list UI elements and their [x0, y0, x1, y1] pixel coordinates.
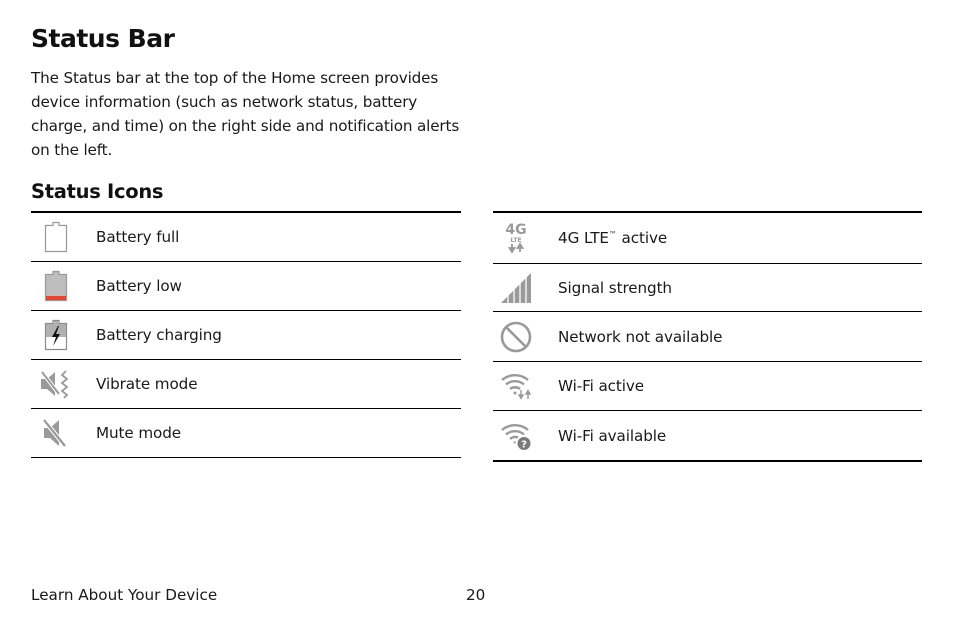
table-row: Network not available	[493, 312, 922, 362]
row-label: Battery low	[96, 277, 182, 295]
wifi-available-icon: ?	[499, 419, 533, 453]
footer-section-title: Learn About Your Device	[31, 586, 218, 604]
battery-full-icon	[39, 220, 73, 254]
row-label: Vibrate mode	[96, 375, 198, 393]
4g-lte-icon: 4G LTE	[499, 221, 533, 255]
vibrate-mode-icon	[39, 367, 73, 401]
row-label: 4G LTE™ active	[558, 229, 668, 247]
row-label: Wi-Fi available	[558, 426, 667, 445]
table-row: Battery low	[31, 262, 461, 311]
table-row: Mute mode	[31, 409, 461, 458]
row-label: Network not available	[558, 327, 723, 346]
table-row: ? Wi-Fi available	[493, 411, 922, 462]
svg-text:?: ?	[521, 439, 527, 450]
row-label: Wi-Fi active	[558, 377, 645, 395]
table-row: Wi-Fi active	[493, 362, 922, 411]
svg-text:4G: 4G	[505, 222, 526, 238]
battery-low-icon	[39, 269, 73, 303]
page-number: 20	[466, 586, 486, 604]
table-row: Battery full	[31, 213, 461, 262]
row-label: Signal strength	[558, 278, 672, 297]
signal-strength-icon	[499, 270, 533, 305]
network-not-available-icon	[499, 320, 533, 354]
wifi-active-icon	[499, 369, 533, 403]
section-title: Status Icons	[31, 180, 164, 203]
battery-charging-icon	[39, 318, 73, 352]
row-label: Mute mode	[96, 424, 182, 442]
intro-paragraph: The Status bar at the top of the Home sc…	[31, 69, 460, 159]
table-row: Vibrate mode	[31, 360, 461, 409]
table-row: Battery charging	[31, 311, 461, 360]
table-row: 4G LTE 4G LTE™ active	[493, 213, 922, 264]
table-row: Signal strength	[493, 264, 922, 312]
status-icons-table-right: 4G LTE 4G LTE™ active Signal strength Ne…	[493, 211, 922, 462]
page-title: Status Bar	[31, 24, 175, 53]
row-label: Battery full	[96, 228, 180, 246]
mute-mode-icon	[39, 416, 73, 450]
status-icons-table-left: Battery full Battery low Battery chargin…	[31, 211, 461, 458]
row-label: Battery charging	[96, 326, 222, 344]
